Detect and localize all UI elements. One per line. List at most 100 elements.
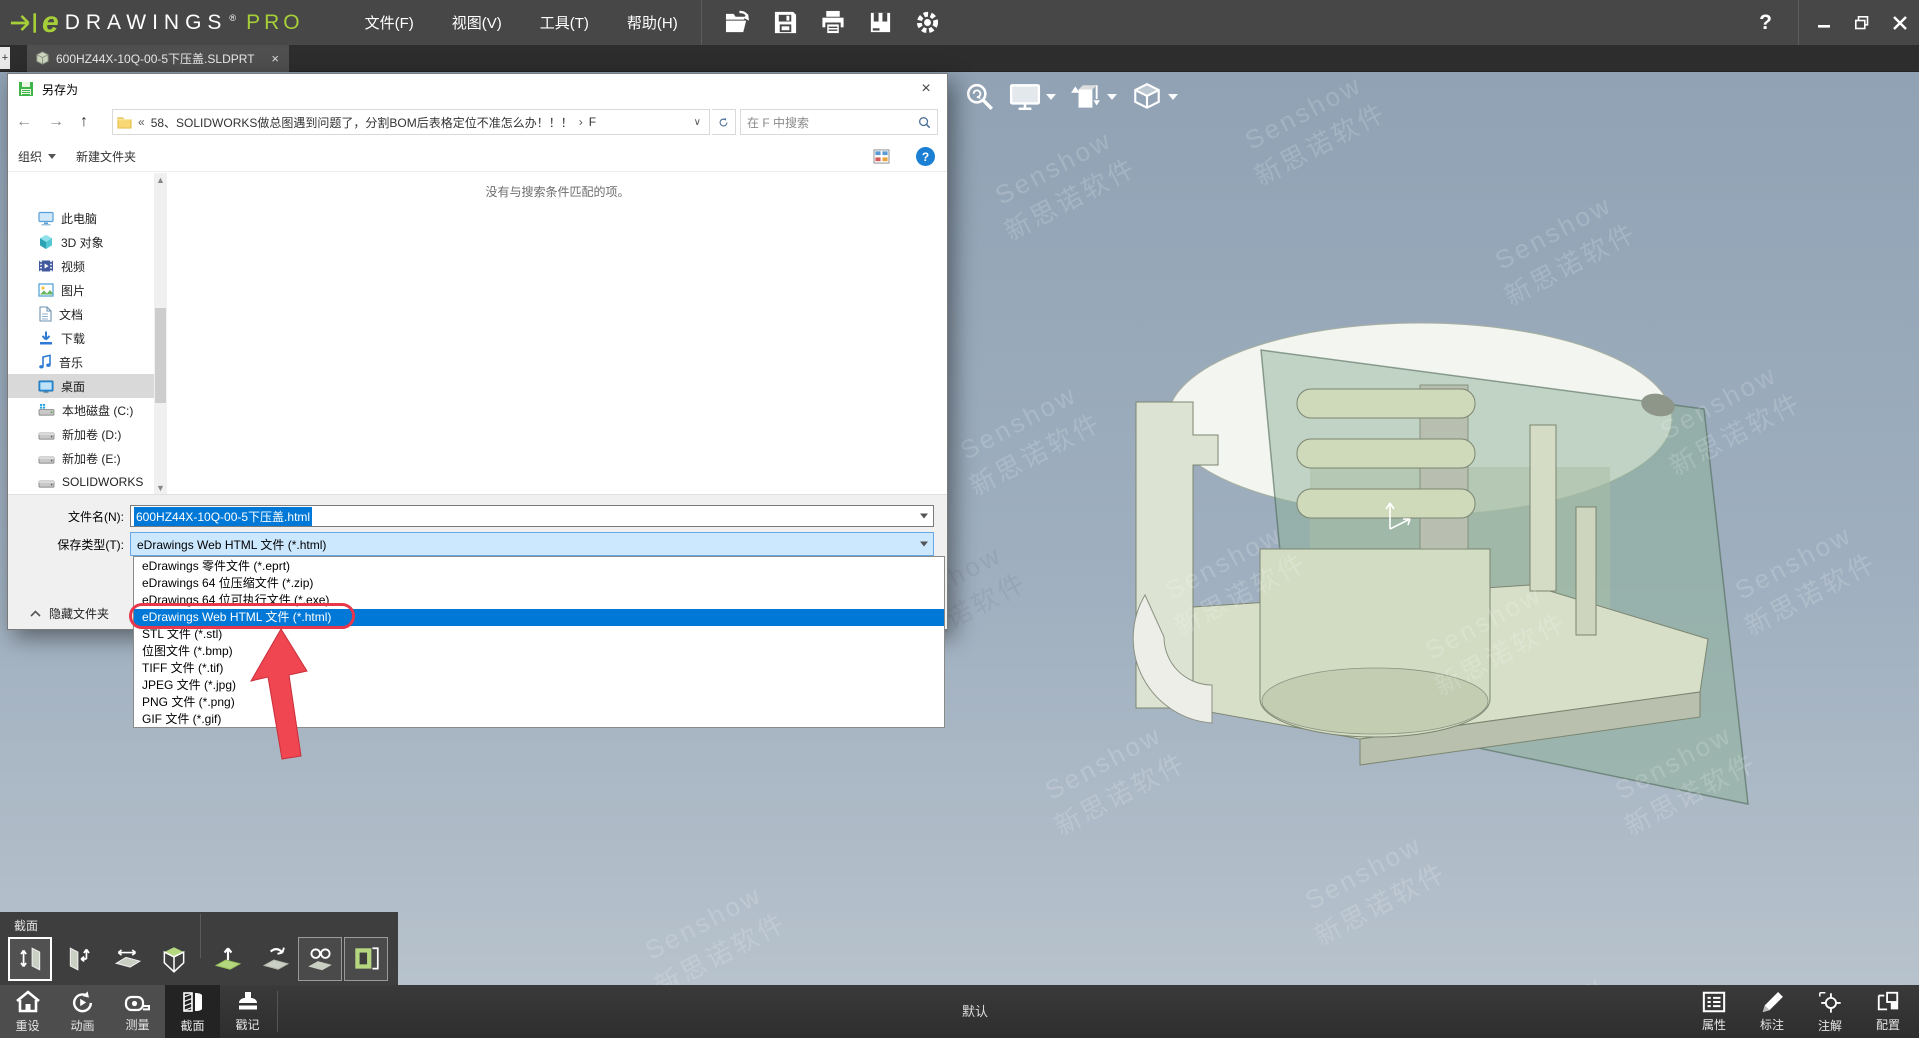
scroll-down-icon: ▼ bbox=[154, 481, 167, 495]
breadcrumb-collapse[interactable]: « bbox=[138, 115, 145, 129]
close-button[interactable] bbox=[1881, 0, 1919, 45]
sidebar-item[interactable]: 下载 bbox=[8, 326, 154, 350]
filename-input[interactable]: 600HZ44X-10Q-00-5下压盖.html bbox=[130, 505, 934, 527]
tool-home-button[interactable]: 重设 bbox=[0, 985, 55, 1038]
panel-properties-button[interactable]: 属性 bbox=[1685, 985, 1743, 1038]
menu-file[interactable]: 文件(F) bbox=[346, 0, 433, 45]
documents-icon bbox=[38, 306, 52, 322]
nav-forward-button[interactable]: → bbox=[40, 113, 72, 131]
dialog-titlebar[interactable]: 另存为 bbox=[8, 74, 947, 104]
tool-section-button[interactable]: 截面 bbox=[165, 985, 220, 1038]
print-button[interactable] bbox=[814, 4, 852, 41]
pc-icon bbox=[38, 211, 54, 226]
sidebar-item[interactable]: 文档 bbox=[8, 302, 154, 326]
panel-annotate-button[interactable]: 注解 bbox=[1801, 985, 1859, 1038]
sidebar-item-label: 本地磁盘 (C:) bbox=[62, 402, 133, 419]
filetype-option[interactable]: eDrawings 64 位可执行文件 (*.exe) bbox=[134, 592, 944, 609]
nav-up-button[interactable]: ↑ bbox=[72, 113, 96, 131]
search-icon[interactable] bbox=[918, 116, 931, 129]
panel-configure-button[interactable]: 配置 bbox=[1859, 985, 1917, 1038]
sidebar-scrollbar[interactable]: ▲ ▼ bbox=[154, 173, 167, 495]
menu-view[interactable]: 视图(V) bbox=[433, 0, 521, 45]
filetype-combobox[interactable]: eDrawings Web HTML 文件 (*.html) bbox=[130, 532, 934, 556]
section-xy-button[interactable] bbox=[8, 937, 52, 981]
sidebar-item-label: 新加卷 (E:) bbox=[62, 450, 121, 467]
model-bore-bottom bbox=[1262, 668, 1488, 734]
dialog-title: 另存为 bbox=[42, 81, 78, 98]
section-zx-button[interactable] bbox=[106, 937, 150, 981]
panel-markup-button[interactable]: 标注 bbox=[1743, 985, 1801, 1038]
filetype-option[interactable]: eDrawings 64 位压缩文件 (*.zip) bbox=[134, 575, 944, 592]
tool-label: 测量 bbox=[125, 1016, 149, 1033]
filetype-option[interactable]: eDrawings Web HTML 文件 (*.html) bbox=[134, 609, 944, 626]
sidebar-item[interactable]: 图片 bbox=[8, 278, 154, 302]
filename-dropdown-icon[interactable] bbox=[920, 514, 928, 519]
viewport-toolbar bbox=[965, 82, 1178, 112]
view-mode-button[interactable] bbox=[873, 149, 896, 164]
section-zy-button[interactable] bbox=[58, 937, 102, 981]
section-panel-title: 截面 bbox=[14, 917, 38, 934]
breadcrumb-current[interactable]: F bbox=[589, 115, 596, 129]
dropdown-caret-icon[interactable] bbox=[1107, 94, 1117, 100]
app-window: e DRAWINGS ® PRO 文件(F)视图(V)工具(T)帮助(H) ? … bbox=[0, 0, 1919, 1038]
tool-stamp-button[interactable]: 戳记 bbox=[220, 985, 275, 1038]
menu-help[interactable]: 帮助(H) bbox=[608, 0, 697, 45]
dialog-help-button[interactable]: ? bbox=[916, 147, 935, 166]
sidebar-item[interactable]: 3D 对象 bbox=[8, 230, 154, 254]
refresh-button[interactable] bbox=[712, 109, 736, 135]
filetype-option[interactable]: STL 文件 (*.stl) bbox=[134, 626, 944, 643]
nav-back-button[interactable]: ← bbox=[8, 113, 40, 131]
filetype-option[interactable]: GIF 文件 (*.gif) bbox=[134, 711, 944, 728]
filetype-option[interactable]: PNG 文件 (*.png) bbox=[134, 694, 944, 711]
zoom-tool-button[interactable] bbox=[965, 82, 995, 112]
sidebar-item[interactable]: 音乐 bbox=[8, 350, 154, 374]
section-cap-button[interactable] bbox=[298, 937, 342, 981]
section-panel: 截面 bbox=[0, 912, 398, 985]
breadcrumb-folder[interactable]: 58、SOLIDWORKS做总图遇到问题了，分割BOM后表格定位不准怎么办！！！ bbox=[151, 114, 573, 131]
search-box[interactable]: 在 F 中搜索 bbox=[740, 109, 938, 135]
tab-close-icon[interactable]: × bbox=[269, 51, 281, 66]
filetype-option[interactable]: eDrawings 零件文件 (*.eprt) bbox=[134, 558, 944, 575]
dialog-close-button[interactable]: × bbox=[911, 78, 941, 100]
settings-button[interactable] bbox=[909, 4, 946, 41]
section-lift-button[interactable] bbox=[206, 937, 250, 981]
section-capped-view-button[interactable] bbox=[344, 937, 388, 981]
organize-button[interactable]: 组织 bbox=[8, 142, 66, 171]
sidebar-item[interactable]: 视频 bbox=[8, 254, 154, 278]
cad-model[interactable] bbox=[1060, 307, 1760, 897]
filetype-dropdown-icon[interactable] bbox=[920, 542, 928, 547]
filetype-option[interactable]: JPEG 文件 (*.jpg) bbox=[134, 677, 944, 694]
menu-tools[interactable]: 工具(T) bbox=[521, 0, 608, 45]
minimize-button[interactable] bbox=[1805, 0, 1843, 45]
orientation-tool-button[interactable] bbox=[1131, 82, 1178, 112]
fullscreen-tool-button[interactable] bbox=[1009, 82, 1056, 112]
help-button[interactable]: ? bbox=[1759, 11, 1772, 35]
address-dropdown-icon[interactable]: ∨ bbox=[690, 117, 705, 128]
restore-button[interactable] bbox=[1843, 0, 1881, 45]
sidebar-item[interactable]: 新加卷 (D:) bbox=[8, 422, 154, 446]
cube-icon bbox=[1131, 82, 1163, 112]
tool-measure-button[interactable]: 测量 bbox=[110, 985, 165, 1038]
views-tool-button[interactable] bbox=[1070, 82, 1117, 112]
section-rotate-button[interactable] bbox=[254, 937, 298, 981]
tool-animate-button[interactable]: 动画 bbox=[55, 985, 110, 1038]
new-tab-button[interactable]: + bbox=[0, 47, 10, 69]
sidebar-item[interactable]: 本地磁盘 (C:) bbox=[8, 398, 154, 422]
hide-folders-button[interactable]: 隐藏文件夹 bbox=[24, 604, 115, 623]
open-button[interactable] bbox=[718, 4, 757, 41]
save-button[interactable] bbox=[767, 4, 804, 41]
dropdown-caret-icon[interactable] bbox=[1046, 94, 1056, 100]
filetype-option[interactable]: TIFF 文件 (*.tif) bbox=[134, 660, 944, 677]
sidebar-item[interactable]: 新加卷 (E:) bbox=[8, 446, 154, 470]
new-folder-button[interactable]: 新建文件夹 bbox=[66, 142, 146, 171]
sidebar-item[interactable]: 此电脑 bbox=[8, 206, 154, 230]
document-tab[interactable]: 600HZ44X-10Q-00-5下压盖.SLDPRT × bbox=[27, 45, 289, 72]
panel-label: 标注 bbox=[1760, 1016, 1784, 1033]
sidebar-item[interactable]: SOLIDWORKS bbox=[8, 470, 154, 494]
sidebar-item[interactable]: 桌面 bbox=[8, 374, 154, 398]
dropdown-caret-icon[interactable] bbox=[1168, 94, 1178, 100]
publish-button[interactable] bbox=[862, 4, 899, 41]
filetype-option[interactable]: 位图文件 (*.bmp) bbox=[134, 643, 944, 660]
address-bar[interactable]: « 58、SOLIDWORKS做总图遇到问题了，分割BOM后表格定位不准怎么办！… bbox=[112, 109, 710, 135]
section-box-button[interactable] bbox=[152, 937, 196, 981]
